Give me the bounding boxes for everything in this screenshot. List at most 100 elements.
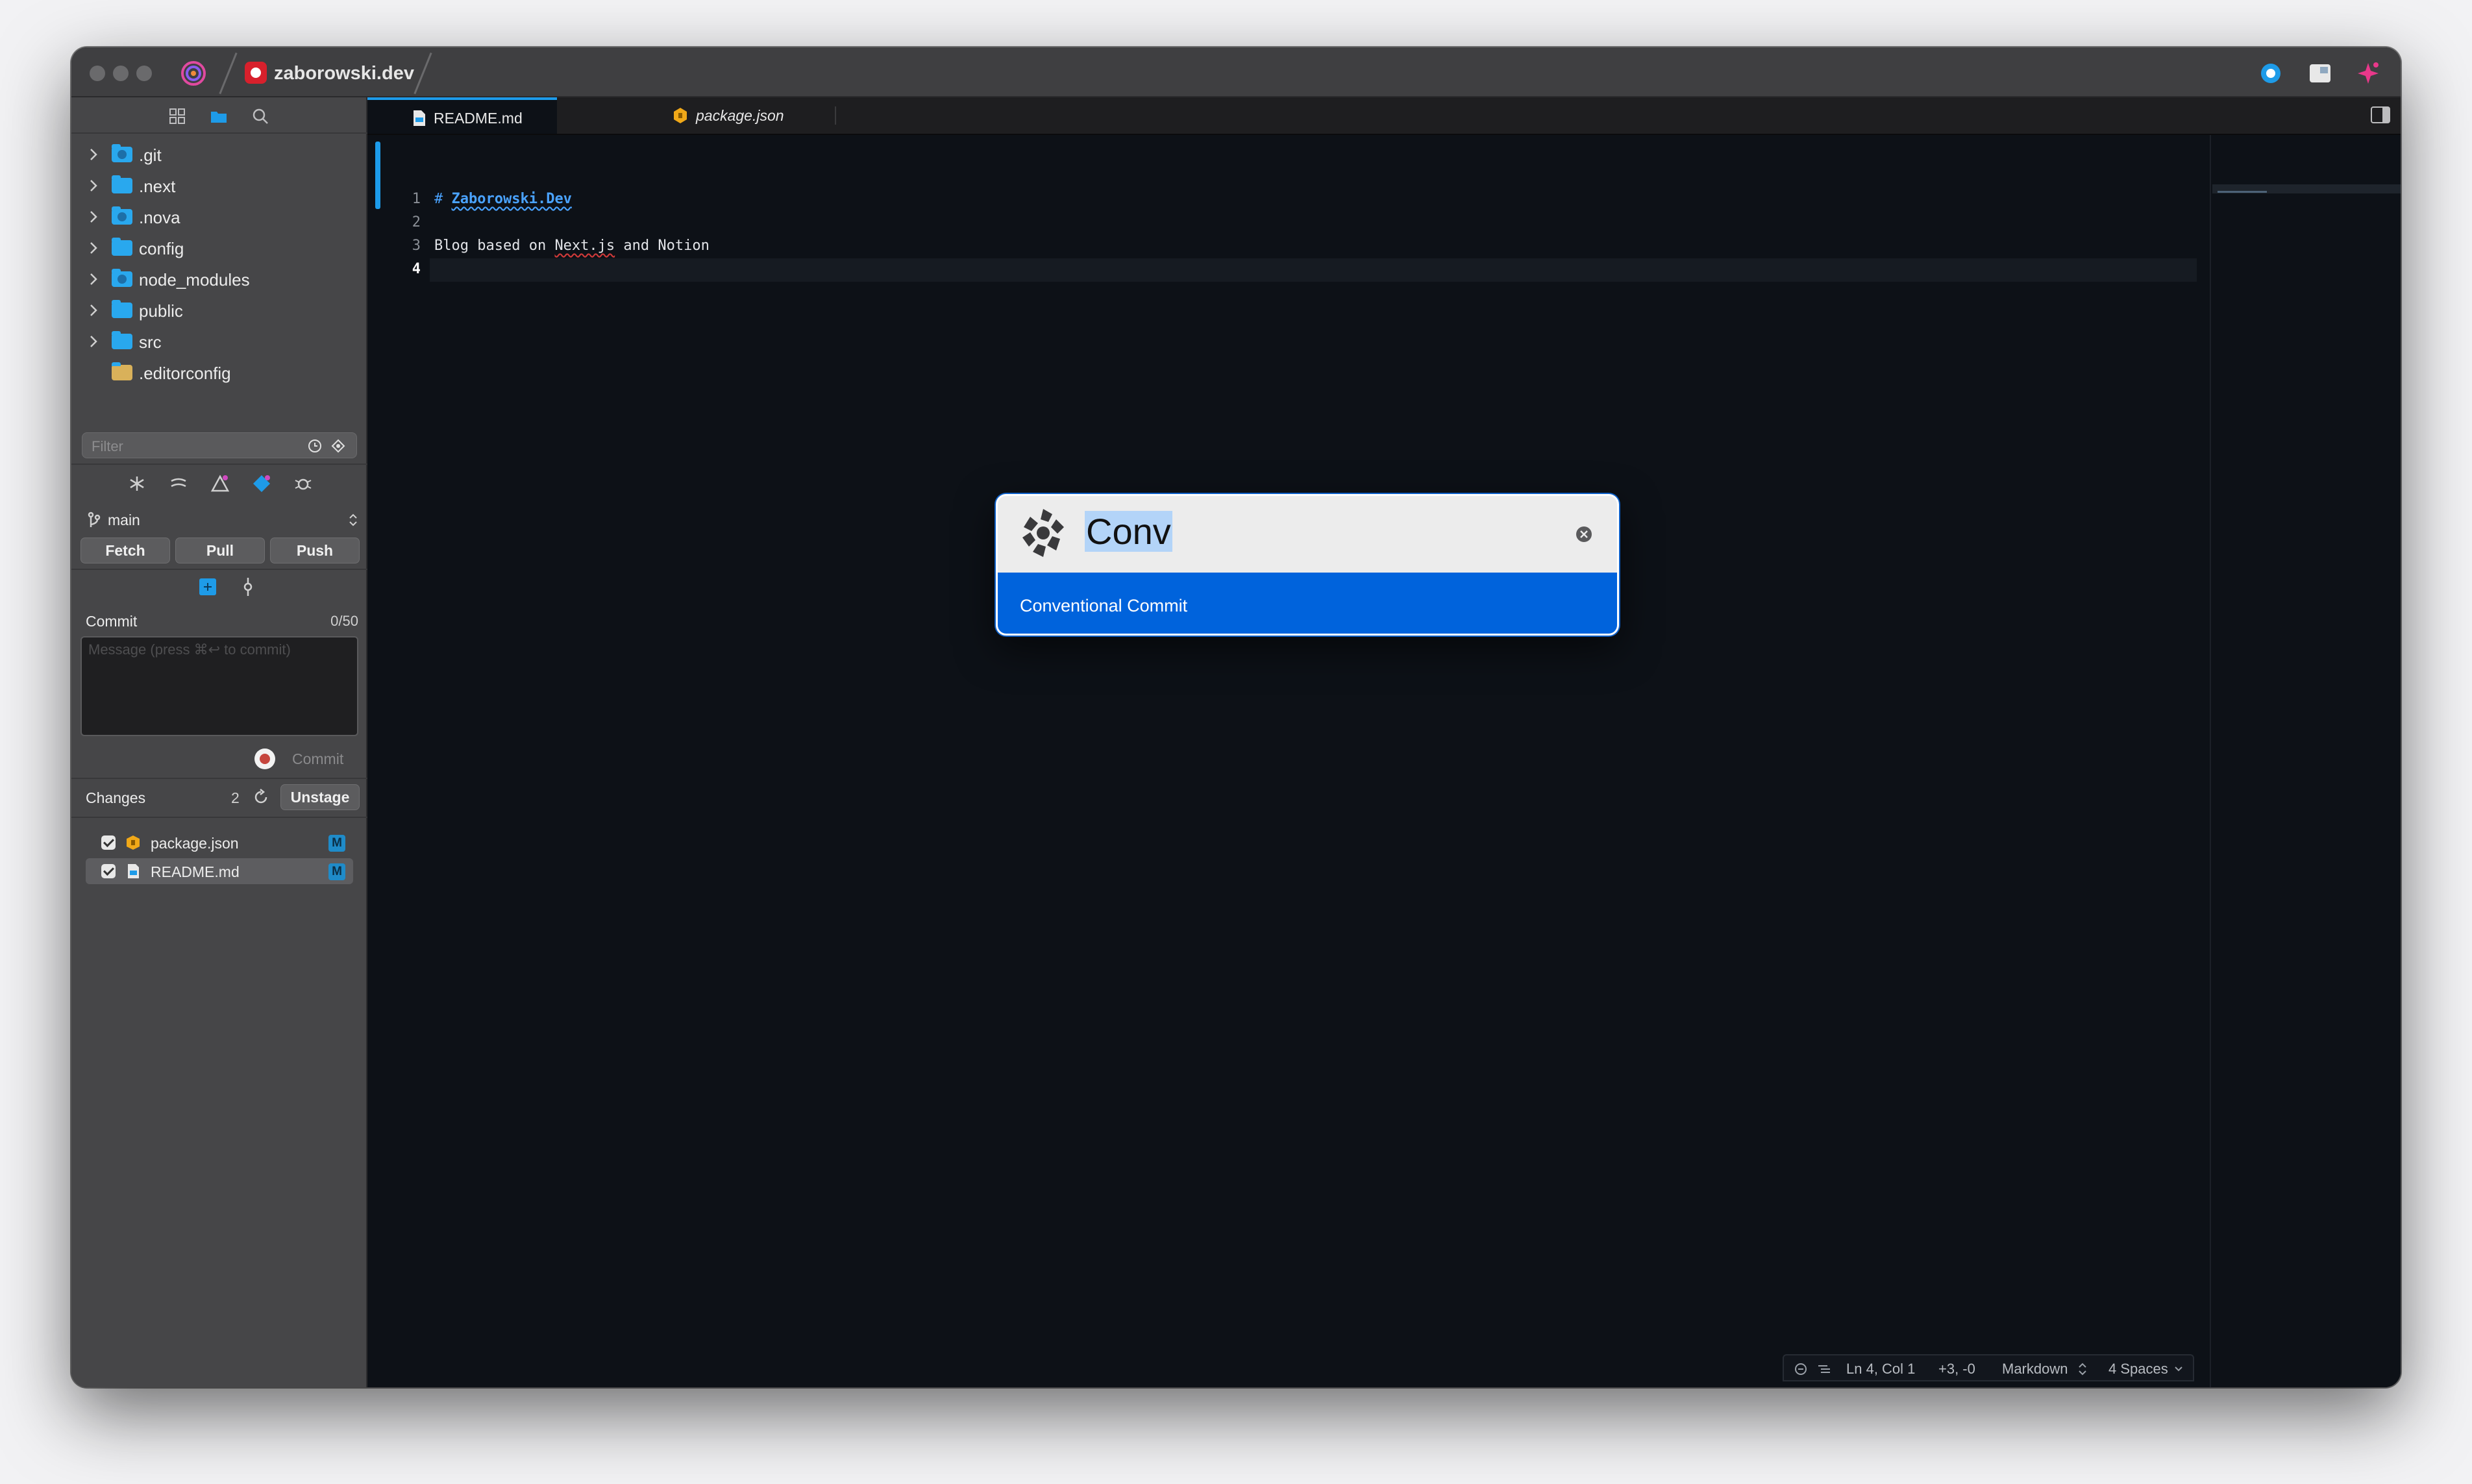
line-number: 2 — [412, 214, 421, 230]
change-item-readme[interactable]: README.md M — [86, 858, 353, 884]
filter-placeholder: Filter — [92, 438, 123, 454]
stage-checkbox[interactable] — [101, 835, 116, 850]
tree-item-label: .editorconfig — [139, 364, 231, 383]
npm-package-icon — [674, 108, 687, 123]
palette-result-label: Conventional Commit — [1020, 596, 1188, 615]
tab-label: README.md — [434, 110, 523, 127]
tab-readme[interactable]: README.md — [367, 97, 557, 134]
tree-item-git[interactable]: .git — [71, 139, 367, 170]
clear-icon[interactable] — [1574, 525, 1594, 544]
unstage-button[interactable]: Unstage — [280, 784, 360, 810]
tree-item-next[interactable]: .next — [71, 170, 367, 201]
stage-checkbox[interactable] — [101, 864, 116, 878]
fetch-button[interactable]: Fetch — [80, 538, 170, 563]
chevron-right-icon[interactable] — [87, 271, 100, 287]
chevron-right-icon[interactable] — [87, 209, 100, 225]
palette-result-item[interactable]: Conventional Commit — [998, 573, 1617, 634]
outline-icon[interactable] — [1816, 1361, 1832, 1377]
tree-item-editorconfig[interactable]: .editorconfig — [71, 357, 367, 386]
minimize-window-button[interactable] — [113, 66, 129, 81]
tree-item-label: src — [139, 332, 162, 352]
commit-history-icon[interactable] — [238, 576, 258, 597]
branch-name: main — [108, 512, 140, 528]
preview-icon[interactable] — [2256, 59, 2285, 88]
cursor-position[interactable]: Ln 4, Col 1 — [1846, 1361, 1915, 1378]
palette-search-input[interactable]: Conv — [1085, 510, 1172, 553]
chevron-right-icon[interactable] — [87, 147, 100, 162]
markdown-heading-marker: # — [434, 191, 452, 207]
modified-badge: M — [328, 863, 345, 880]
title-separator — [219, 52, 238, 95]
palette-query-text: Conv — [1085, 511, 1172, 552]
clock-icon[interactable] — [307, 438, 323, 454]
wind-icon[interactable] — [167, 473, 190, 495]
tree-item-node-modules[interactable]: node_modules — [71, 264, 367, 295]
tree-item-label: .nova — [139, 208, 180, 227]
nova-app-icon[interactable] — [180, 60, 206, 86]
tab-package-json[interactable]: package.json — [673, 97, 867, 134]
tree-item-src[interactable]: src — [71, 326, 367, 357]
current-line-highlight — [430, 258, 2197, 282]
markdown-heading-text: Zaborowski.Dev — [451, 191, 572, 207]
changes-count: 2 — [231, 789, 240, 806]
chevron-right-icon[interactable] — [87, 240, 100, 256]
markdown-file-icon — [128, 864, 139, 878]
layout-icon[interactable] — [2306, 59, 2334, 88]
title-separator — [414, 52, 432, 95]
git-icon[interactable] — [251, 473, 273, 495]
changes-label: Changes — [86, 789, 146, 806]
folder-icon — [112, 238, 132, 256]
tree-item-label: node_modules — [139, 270, 250, 290]
file-icon — [112, 362, 132, 380]
commit-char-count: 0/50 — [330, 613, 358, 629]
search-icon[interactable] — [251, 106, 270, 126]
bug-icon[interactable] — [292, 473, 314, 495]
tab-divider — [835, 106, 836, 125]
code-editor[interactable]: 1 2 3 4 # Zaborowski.Dev Blog based on N… — [367, 135, 2210, 1387]
conventional-commit-extension-icon — [1022, 509, 1064, 557]
diff-icon[interactable] — [330, 438, 346, 454]
grid-icon[interactable] — [167, 106, 187, 126]
tree-item-config[interactable]: config — [71, 232, 367, 264]
git-folder-icon — [112, 144, 132, 162]
chevron-right-icon[interactable] — [87, 178, 100, 193]
asterisk-icon[interactable] — [126, 473, 148, 495]
change-file-name: README.md — [151, 863, 240, 880]
line-number: 1 — [412, 191, 421, 207]
close-window-button[interactable] — [90, 66, 105, 81]
info-icon[interactable] — [1793, 1361, 1809, 1377]
folder-icon[interactable] — [209, 106, 229, 126]
filter-input[interactable]: Filter — [82, 432, 357, 458]
refresh-icon[interactable] — [252, 788, 270, 806]
tree-item-label: .git — [139, 145, 162, 165]
line-number: 3 — [412, 238, 421, 254]
sparkle-icon[interactable] — [2354, 59, 2382, 88]
language-selector[interactable]: Markdown — [2002, 1361, 2068, 1378]
warning-icon[interactable] — [209, 473, 231, 495]
commit-button[interactable]: Commit — [292, 750, 343, 768]
push-button[interactable]: Push — [270, 538, 360, 563]
commit-message-input[interactable] — [82, 637, 357, 735]
pull-button[interactable]: Pull — [175, 538, 265, 563]
chevron-down-icon — [2175, 1367, 2182, 1372]
app-window: zaborowski.dev .git .next .nova config n… — [71, 47, 2401, 1387]
tab-label: package.json — [696, 107, 784, 124]
chevron-right-icon[interactable] — [87, 303, 100, 318]
commit-message-field[interactable] — [80, 636, 358, 736]
code-line-3: Blog based on Next.js and Notion — [434, 238, 710, 254]
project-name[interactable]: zaborowski.dev — [274, 63, 414, 84]
change-file-name: package.json — [151, 835, 239, 852]
zoom-window-button[interactable] — [136, 66, 152, 81]
chevron-right-icon[interactable] — [87, 334, 100, 349]
indentation-selector[interactable]: 4 Spaces — [2108, 1361, 2168, 1378]
minimap[interactable] — [2210, 135, 2401, 1387]
code-line-1: # Zaborowski.Dev — [434, 191, 572, 207]
toggle-panel-icon[interactable] — [2369, 105, 2392, 125]
avatar — [254, 748, 275, 769]
branch-selector[interactable]: main — [87, 508, 360, 531]
tree-item-nova[interactable]: .nova — [71, 201, 367, 232]
changes-mode-icon[interactable] — [197, 576, 218, 597]
tree-item-public[interactable]: public — [71, 295, 367, 326]
change-item-package-json[interactable]: package.json M — [86, 830, 353, 856]
chevron-up-down-icon — [2079, 1363, 2086, 1376]
